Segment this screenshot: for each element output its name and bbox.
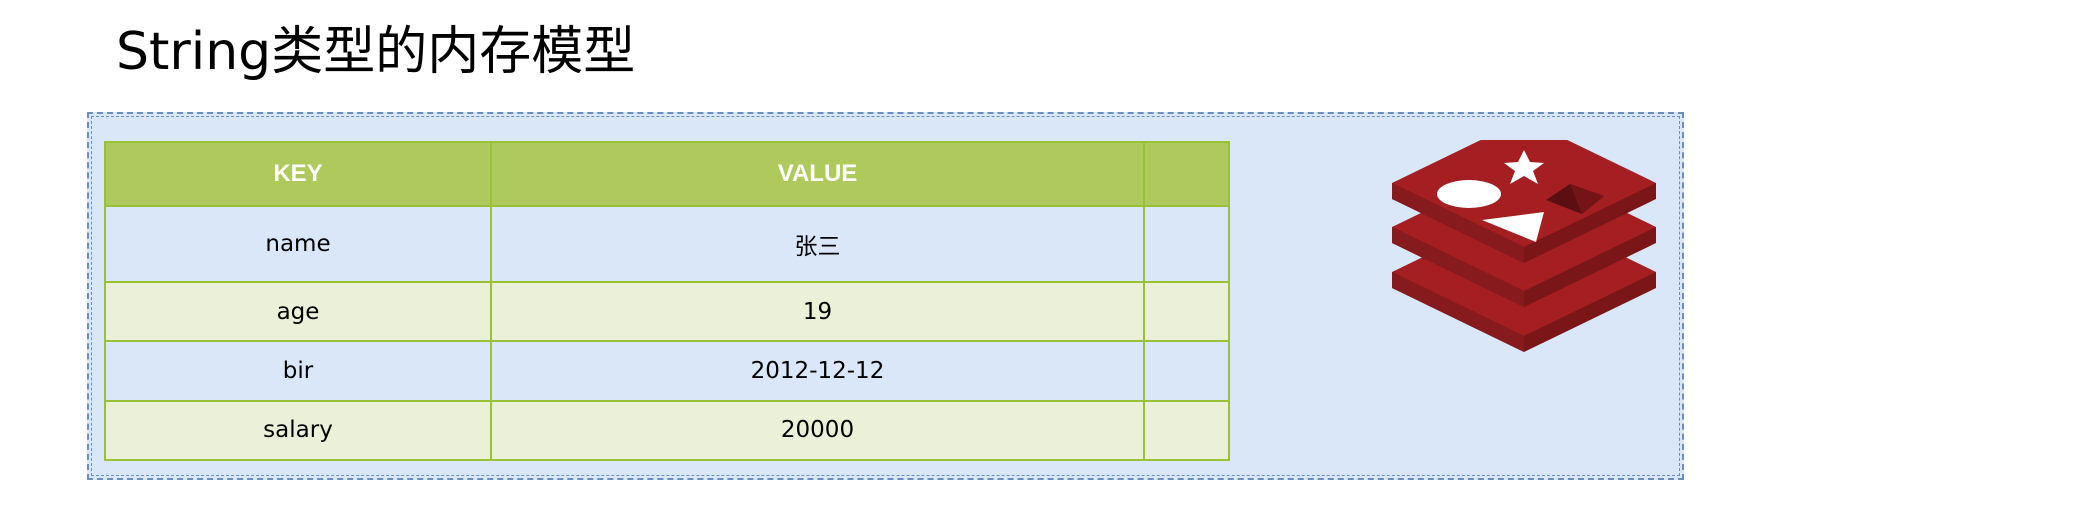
table-header-row: KEY VALUE — [104, 141, 1230, 207]
key-cell: name — [104, 204, 492, 283]
key-value-table: KEY VALUE name 张三 age 19 bir 2012-12-12 … — [104, 141, 1230, 462]
value-column-header: VALUE — [490, 141, 1145, 207]
table-row: bir 2012-12-12 — [104, 340, 1230, 402]
extra-cell — [1143, 204, 1230, 283]
extra-column-header — [1143, 141, 1230, 207]
table-row: age 19 — [104, 280, 1230, 343]
extra-cell — [1143, 280, 1230, 343]
key-cell: age — [104, 280, 492, 343]
value-cell: 2012-12-12 — [490, 340, 1145, 402]
extra-cell — [1143, 399, 1230, 462]
key-cell: bir — [104, 340, 492, 402]
key-column-header: KEY — [104, 141, 492, 207]
value-cell: 19 — [490, 280, 1145, 343]
table-row: name 张三 — [104, 204, 1230, 283]
table-row: salary 20000 — [104, 399, 1230, 462]
value-cell: 20000 — [490, 399, 1145, 462]
value-cell: 张三 — [490, 204, 1145, 283]
page-title: String类型的内存模型 — [116, 22, 636, 82]
redis-logo-icon — [1392, 140, 1656, 352]
extra-cell — [1143, 340, 1230, 402]
key-cell: salary — [104, 399, 492, 462]
